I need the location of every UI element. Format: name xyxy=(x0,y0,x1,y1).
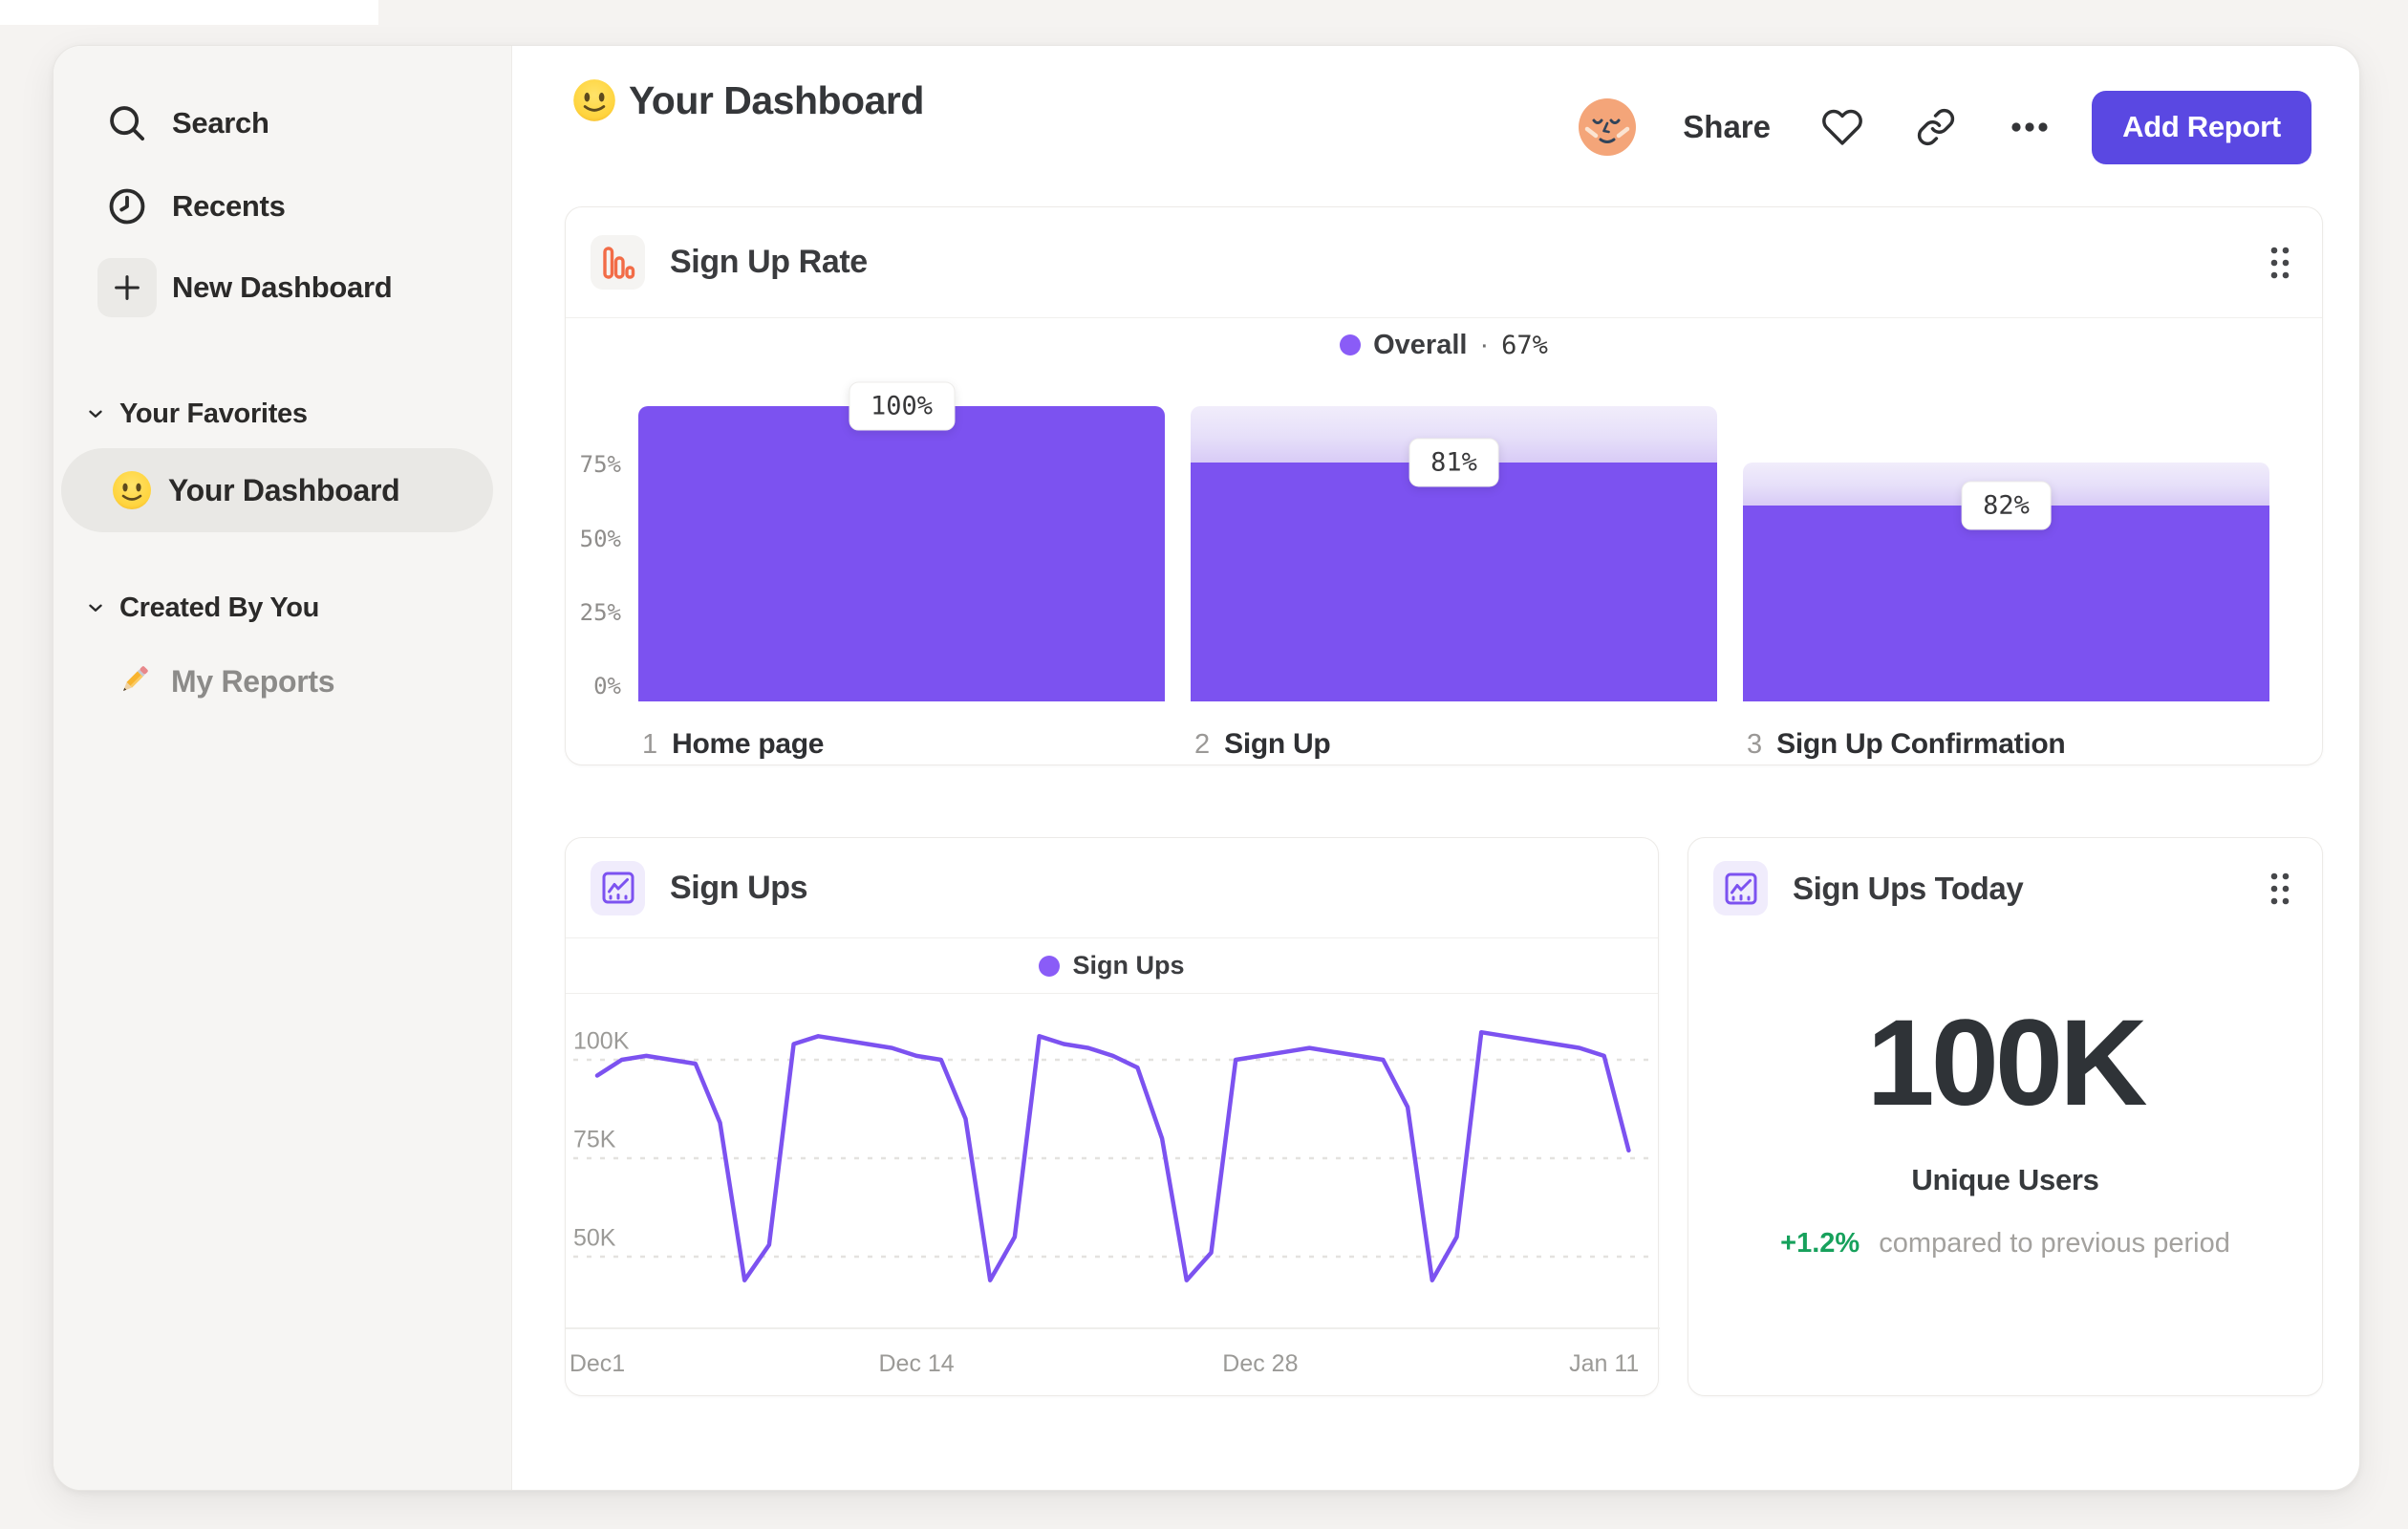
delta-note: compared to previous period xyxy=(1879,1228,2230,1259)
legend-value: 67% xyxy=(1501,330,1548,360)
sidebar-item-recents[interactable]: Recents xyxy=(54,176,512,237)
card-header: Sign Up Rate xyxy=(566,207,2322,318)
sidebar: Search Recents New Dashboard Your Favori… xyxy=(54,46,512,1490)
funnel-step-label: 1 Home page xyxy=(642,728,824,761)
dashboard-header: Your Dashboard Share Add Report xyxy=(512,46,2361,208)
legend-sign-ups[interactable]: Sign Ups xyxy=(566,938,1658,994)
y-axis-tick: 50K xyxy=(573,1224,616,1252)
user-avatar[interactable] xyxy=(1578,97,1637,157)
sidebar-item-label: My Reports xyxy=(171,663,335,699)
metric-value: 100K xyxy=(1866,995,2148,1131)
app-window: Search Recents New Dashboard Your Favori… xyxy=(53,45,2360,1491)
sidebar-item-label: Recents xyxy=(172,189,286,223)
funnel-chart-icon xyxy=(591,235,645,290)
sidebar-item-label: Search xyxy=(172,106,269,140)
funnel-bar-home-page[interactable]: 100% xyxy=(638,381,1165,701)
sidebar-item-your-dashboard[interactable]: Your Dashboard xyxy=(61,448,493,532)
y-axis-tick: 0% xyxy=(593,673,621,700)
drag-handle-icon[interactable] xyxy=(2263,238,2297,288)
chevron-down-icon xyxy=(85,403,106,424)
funnel-value-badge: 81% xyxy=(1408,438,1499,487)
clock-icon xyxy=(97,177,157,236)
funnel-value-badge: 82% xyxy=(1961,481,2052,530)
sign-ups-today-card: Sign Ups Today 100K Unique Users +1.2% c… xyxy=(1688,837,2323,1396)
metric-delta-row: +1.2% compared to previous period xyxy=(1688,1228,2322,1260)
copy-link-icon[interactable] xyxy=(1914,105,1958,149)
sign-ups-card: Sign Ups Sign Ups 100K 75K 50K Dec1 Dec … xyxy=(565,837,1660,1396)
share-button[interactable]: Share xyxy=(1683,109,1771,145)
funnel-step-label: 3 Sign Up Confirmation xyxy=(1747,728,2066,761)
legend-overall[interactable]: Overall · 67% xyxy=(566,320,2322,370)
y-axis-tick: 50% xyxy=(579,525,621,552)
sign-up-rate-card: Sign Up Rate Overall · 67% 75% 50% 25% 0… xyxy=(565,206,2323,765)
smiley-emoji-icon xyxy=(571,77,617,123)
sidebar-section-title: Your Favorites xyxy=(119,398,308,429)
sidebar-item-label: New Dashboard xyxy=(172,270,393,304)
page-title: Your Dashboard xyxy=(629,78,924,122)
x-axis-tick: Dec1 xyxy=(569,1350,626,1377)
funnel-bar-sign-up[interactable]: 81% xyxy=(1191,406,1717,701)
y-axis-tick: 75% xyxy=(579,451,621,479)
card-title: Sign Up Rate xyxy=(670,244,868,280)
y-axis-tick: 25% xyxy=(579,598,621,626)
legend-separator: · xyxy=(1479,329,1490,360)
sidebar-item-label: Your Dashboard xyxy=(168,472,400,507)
chevron-down-icon xyxy=(85,597,106,618)
sidebar-item-my-reports[interactable]: My Reports xyxy=(61,643,493,720)
line-chart-icon xyxy=(1713,861,1768,915)
more-options-icon[interactable] xyxy=(2008,105,2052,149)
y-axis-tick: 100K xyxy=(573,1027,630,1055)
step-number: 2 xyxy=(1194,729,1211,760)
sidebar-section-title: Created By You xyxy=(119,592,320,623)
search-icon xyxy=(97,94,157,153)
funnel-bar-fill xyxy=(1191,462,1717,701)
sidebar-section-your-favorites[interactable]: Your Favorites xyxy=(54,391,512,437)
metric-label: Unique Users xyxy=(1911,1163,2099,1196)
step-name: Sign Up Confirmation xyxy=(1776,728,2066,760)
card-header: Sign Ups xyxy=(566,838,1658,938)
x-axis-tick: Jan 11 xyxy=(1569,1350,1640,1377)
card-header: Sign Ups Today xyxy=(1688,838,2322,938)
funnel-bar-fill xyxy=(638,406,1165,701)
drag-handle-icon[interactable] xyxy=(2263,864,2297,914)
pencil-emoji-icon xyxy=(114,660,156,702)
add-report-button[interactable]: Add Report xyxy=(2092,90,2311,164)
card-title: Sign Ups xyxy=(670,869,808,906)
x-axis-tick: Dec 28 xyxy=(1222,1350,1299,1377)
funnel-bar-fill xyxy=(1743,505,2269,701)
plus-icon xyxy=(97,258,157,317)
step-number: 3 xyxy=(1747,729,1763,760)
funnel-value-badge: 100% xyxy=(848,381,956,431)
y-axis-tick: 75K xyxy=(573,1126,616,1153)
legend-dot-icon xyxy=(1340,334,1362,355)
sidebar-item-search[interactable]: Search xyxy=(54,93,512,154)
funnel-step-label: 2 Sign Up xyxy=(1194,728,1331,761)
x-axis-tick: Dec 14 xyxy=(878,1350,955,1377)
sidebar-section-created-by-you[interactable]: Created By You xyxy=(54,585,512,631)
sidebar-item-new-dashboard[interactable]: New Dashboard xyxy=(54,257,512,318)
step-name: Home page xyxy=(672,728,825,760)
favorite-heart-icon[interactable] xyxy=(1820,105,1864,149)
funnel-bar-sign-up-confirmation[interactable]: 82% xyxy=(1743,406,2269,701)
smiley-emoji-icon xyxy=(111,469,153,511)
legend-dot-icon xyxy=(1039,955,1061,977)
delta-value: +1.2% xyxy=(1780,1228,1860,1259)
step-number: 1 xyxy=(642,729,658,760)
sign-ups-line-chart xyxy=(566,1029,1660,1329)
card-title: Sign Ups Today xyxy=(1793,870,2024,906)
top-strip xyxy=(0,0,378,25)
legend-label: Sign Ups xyxy=(1072,951,1185,980)
legend-label: Overall xyxy=(1373,329,1468,360)
step-name: Sign Up xyxy=(1224,728,1331,760)
line-chart-icon xyxy=(591,860,645,915)
